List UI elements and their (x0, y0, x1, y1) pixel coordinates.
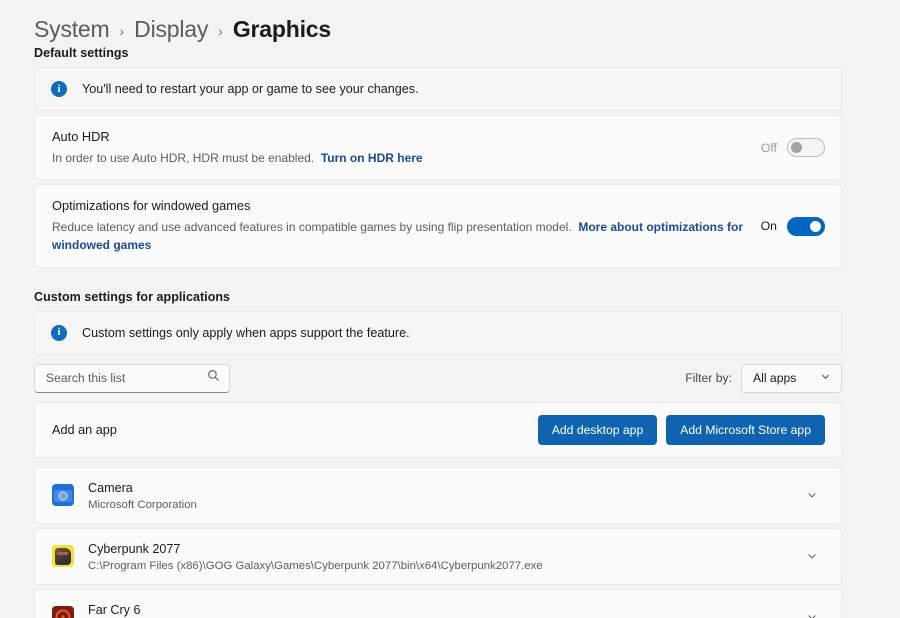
app-info: Cyberpunk 2077 C:\Program Files (x86)\GO… (88, 541, 797, 572)
auto-hdr-title: Auto HDR (52, 128, 747, 147)
app-name: Cyberpunk 2077 (88, 541, 797, 559)
chevron-down-icon (820, 369, 831, 387)
breadcrumb-separator: › (218, 20, 223, 39)
search-box[interactable] (34, 364, 230, 393)
custom-settings-info-banner: i Custom settings only apply when apps s… (34, 311, 842, 355)
restart-info-banner: i You'll need to restart your app or gam… (34, 67, 842, 111)
camera-app-icon (52, 484, 74, 506)
auto-hdr-setting[interactable]: Auto HDR In order to use Auto HDR, HDR m… (34, 115, 842, 180)
add-app-buttons: Add desktop app Add Microsoft Store app (538, 415, 825, 445)
breadcrumb-item-graphics: Graphics (233, 16, 331, 43)
app-subtitle: C:\Program Files (x86)\GOG Galaxy\Games\… (88, 560, 797, 572)
filter-dropdown-value: All apps (753, 371, 796, 385)
app-name: Far Cry 6 (88, 602, 797, 618)
default-settings-heading: Default settings (34, 46, 866, 60)
windowed-optimizations-title: Optimizations for windowed games (52, 197, 747, 216)
add-desktop-app-button[interactable]: Add desktop app (538, 415, 657, 445)
toggle-knob (791, 142, 802, 153)
auto-hdr-desc-text: In order to use Auto HDR, HDR must be en… (52, 151, 314, 165)
app-row-cyberpunk-2077[interactable]: Cyberpunk 2077 C:\Program Files (x86)\GO… (34, 528, 842, 585)
custom-settings-info-text: Custom settings only apply when apps sup… (82, 326, 410, 340)
windowed-optimizations-text: Optimizations for windowed games Reduce … (52, 197, 761, 255)
breadcrumb-separator: › (119, 20, 124, 39)
chevron-down-icon[interactable] (797, 550, 827, 562)
add-an-app-label: Add an app (52, 423, 117, 437)
app-info: Far Cry 6 C:\Program Files (x86)\Ubisoft… (88, 602, 797, 618)
app-row-camera[interactable]: Camera Microsoft Corporation (34, 467, 842, 524)
search-input[interactable] (46, 371, 207, 385)
windowed-optimizations-toggle-label: On (761, 219, 777, 233)
chevron-down-icon[interactable] (797, 489, 827, 501)
turn-on-hdr-link[interactable]: Turn on HDR here (321, 151, 423, 165)
filter-group: Filter by: All apps (685, 364, 842, 393)
farcry-app-icon (52, 606, 74, 618)
auto-hdr-text: Auto HDR In order to use Auto HDR, HDR m… (52, 128, 761, 167)
windowed-optimizations-desc-text: Reduce latency and use advanced features… (52, 220, 572, 234)
auto-hdr-toggle[interactable] (787, 138, 825, 157)
windowed-optimizations-setting[interactable]: Optimizations for windowed games Reduce … (34, 184, 842, 268)
cyberpunk-app-icon (52, 545, 74, 567)
info-icon: i (51, 81, 67, 97)
toggle-knob (810, 221, 821, 232)
info-icon: i (51, 325, 67, 341)
filter-dropdown[interactable]: All apps (741, 364, 842, 393)
restart-info-text: You'll need to restart your app or game … (82, 82, 419, 96)
chevron-down-icon[interactable] (797, 611, 827, 618)
app-info: Camera Microsoft Corporation (88, 480, 797, 511)
auto-hdr-toggle-group[interactable]: Off (761, 138, 825, 157)
app-subtitle: Microsoft Corporation (88, 499, 797, 511)
list-filter-row: Filter by: All apps (34, 364, 842, 393)
auto-hdr-description: In order to use Auto HDR, HDR must be en… (52, 149, 747, 168)
breadcrumb-item-system[interactable]: System (34, 16, 109, 43)
add-an-app-row: Add an app Add desktop app Add Microsoft… (34, 402, 842, 458)
breadcrumb-item-display[interactable]: Display (134, 16, 208, 43)
breadcrumb: System › Display › Graphics (34, 0, 866, 46)
app-name: Camera (88, 480, 797, 498)
windowed-optimizations-toggle[interactable] (787, 217, 825, 236)
app-row-far-cry-6[interactable]: Far Cry 6 C:\Program Files (x86)\Ubisoft… (34, 589, 842, 618)
auto-hdr-toggle-label: Off (761, 141, 777, 155)
add-microsoft-store-app-button[interactable]: Add Microsoft Store app (666, 415, 825, 445)
windowed-optimizations-description: Reduce latency and use advanced features… (52, 218, 747, 255)
custom-settings-heading: Custom settings for applications (34, 290, 866, 304)
graphics-settings-page: System › Display › Graphics Default sett… (0, 0, 900, 618)
windowed-optimizations-toggle-group[interactable]: On (761, 217, 825, 236)
filter-by-label: Filter by: (685, 371, 732, 385)
search-icon (207, 369, 220, 387)
